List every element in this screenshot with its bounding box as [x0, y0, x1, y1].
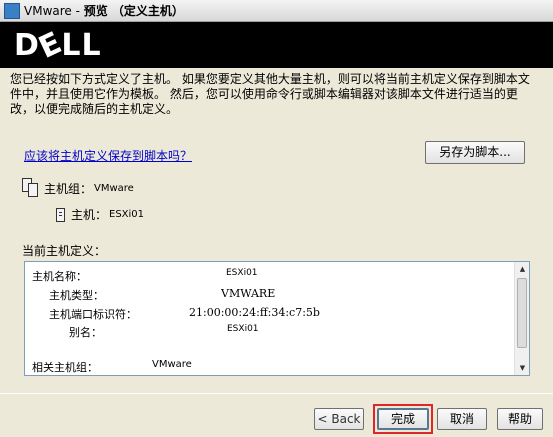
tree-host-group: 主机组： VMware — [22, 178, 134, 198]
help-button[interactable]: 帮助 — [497, 408, 543, 430]
definition-key: 别名： — [69, 326, 102, 339]
save-as-script-button[interactable]: 另存为脚本... — [425, 141, 525, 164]
definition-value: ESXi01 — [226, 268, 258, 278]
definition-row-host-group: 相关主机组： VMware — [32, 359, 192, 375]
definition-key: 相关主机组： — [32, 361, 98, 374]
host-icon — [56, 207, 65, 222]
definition-key: 主机名称： — [32, 270, 87, 283]
definition-key: 主机端口标识符： — [49, 308, 137, 321]
host-key: 主机： — [71, 208, 108, 222]
tree-host: 主机： ESXi01 — [56, 206, 144, 223]
dell-banner: DELL — [0, 22, 553, 68]
current-definition-box[interactable]: 主机名称： ESXi01 主机类型： VMWARE 主机端口标识符： 21:00… — [24, 261, 530, 376]
wizard-content: 您已经按如下方式定义了主机。 如果您要定义其他大量主机，则可以将当前主机定义保存… — [0, 68, 553, 393]
definition-row-host-name: 主机名称： ESXi01 — [32, 268, 258, 284]
definition-value: VMware — [152, 359, 192, 370]
dell-logo: DELL — [14, 24, 102, 66]
window-title-main: 预览 （定义主机） — [83, 4, 184, 18]
vmware-app-icon — [4, 2, 20, 19]
definition-row-alias: 别名： ESXi01 — [69, 324, 259, 340]
host-value: ESXi01 — [109, 209, 145, 220]
window-title: VMware - 预览 （定义主机） — [24, 2, 184, 19]
definition-row-host-type: 主机类型： VMWARE — [49, 287, 275, 303]
definition-value: VMWARE — [221, 287, 276, 300]
definition-value: ESXi01 — [227, 324, 259, 334]
scroll-down-arrow-icon[interactable]: ▼ — [515, 361, 529, 375]
definition-value: 21:00:00:24:ff:34:c7:5b — [189, 306, 320, 319]
host-group-icon — [22, 178, 40, 198]
current-definition-label: 当前主机定义： — [22, 244, 107, 258]
finish-button[interactable]: 完成 — [377, 408, 429, 430]
host-group-value: VMware — [94, 182, 134, 194]
host-group-key: 主机组： — [44, 181, 93, 196]
back-button[interactable]: < Back — [314, 408, 364, 430]
scroll-thumb[interactable] — [517, 278, 527, 348]
title-bar: VMware - 预览 （定义主机） — [0, 0, 553, 22]
cancel-button[interactable]: 取消 — [437, 408, 487, 430]
save-to-script-link[interactable]: 应该将主机定义保存到脚本吗？ — [24, 147, 192, 164]
scroll-up-arrow-icon[interactable]: ▲ — [515, 262, 529, 276]
window-title-prefix: VMware - — [24, 4, 84, 18]
wizard-footer: < Back 完成 取消 帮助 — [0, 393, 553, 437]
intro-text: 您已经按如下方式定义了主机。 如果您要定义其他大量主机，则可以将当前主机定义保存… — [10, 72, 530, 116]
definition-key: 主机类型： — [49, 289, 104, 302]
definition-scrollbar[interactable]: ▲ ▼ — [514, 262, 529, 375]
definition-row-host-port: 主机端口标识符： 21:00:00:24:ff:34:c7:5b — [49, 306, 320, 322]
